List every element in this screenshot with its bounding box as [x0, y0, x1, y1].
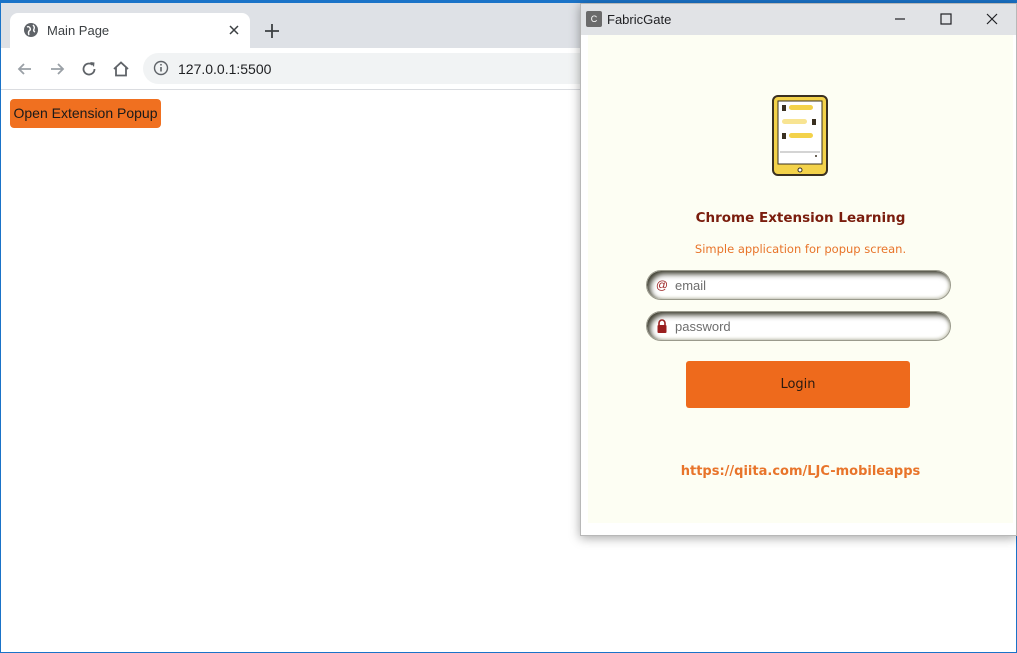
phone-chat-icon — [772, 95, 828, 176]
minimize-icon[interactable] — [893, 12, 907, 26]
open-extension-popup-button[interactable]: Open Extension Popup — [10, 99, 161, 128]
lock-icon — [657, 319, 667, 333]
maximize-icon[interactable] — [939, 12, 953, 26]
address-url: 127.0.0.1:5500 — [178, 61, 272, 77]
back-arrow-icon[interactable] — [15, 59, 35, 79]
email-input[interactable] — [675, 276, 935, 294]
email-field[interactable]: @ — [646, 270, 951, 300]
popup-favicon: C — [586, 11, 602, 27]
tab-title: Main Page — [47, 23, 110, 38]
password-input[interactable] — [675, 317, 935, 335]
globe-icon — [24, 23, 38, 37]
info-icon[interactable] — [153, 60, 169, 76]
app-title: Chrome Extension Learning — [695, 210, 906, 226]
popup-titlebar[interactable]: C FabricGate — [581, 4, 1016, 35]
app-subtitle: Simple application for popup screan. — [694, 242, 907, 256]
at-sign-icon: @ — [655, 278, 669, 292]
password-field[interactable] — [646, 311, 951, 341]
popup-window-title: FabricGate — [607, 12, 672, 27]
forward-arrow-icon[interactable] — [47, 59, 67, 79]
home-icon[interactable] — [111, 59, 131, 79]
popup-window: C FabricGate Chrome Extension Learning S… — [580, 3, 1017, 536]
qiita-link[interactable]: https://qiita.com/LJC-mobileapps — [588, 464, 1013, 479]
close-tab-icon[interactable] — [226, 22, 242, 38]
popup-body: Chrome Extension Learning Simple applica… — [588, 35, 1013, 523]
tab-main-page[interactable]: Main Page — [10, 13, 250, 48]
new-tab-icon[interactable] — [263, 22, 281, 40]
close-window-icon[interactable] — [985, 12, 999, 26]
login-button[interactable]: Login — [686, 361, 910, 408]
reload-icon[interactable] — [79, 59, 99, 79]
